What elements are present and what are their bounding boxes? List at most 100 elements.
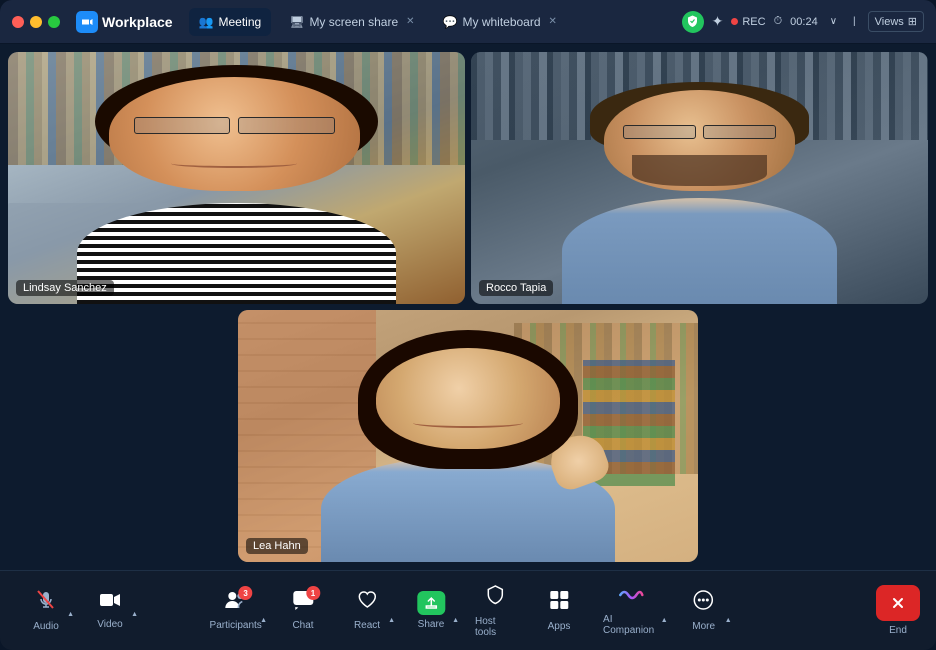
rocco-glasses <box>623 125 777 139</box>
apps-button[interactable]: Apps <box>529 578 589 644</box>
audio-label: Audio <box>33 621 59 632</box>
more-caret: ▲ <box>725 617 732 624</box>
more-label: More <box>692 621 715 632</box>
participants-label: Participants <box>210 620 262 631</box>
video-grid: Lindsay Sanchez <box>0 44 936 570</box>
participants-caret: ▲ <box>260 617 267 624</box>
react-icon <box>356 590 378 616</box>
top-video-row: Lindsay Sanchez <box>8 52 928 304</box>
close-screen-share-tab[interactable]: ✕ <box>406 16 414 27</box>
views-grid-icon: ⊞ <box>908 15 917 28</box>
ai-companion-button[interactable]: AI Companion ▲ <box>593 578 670 644</box>
rec-dot <box>731 18 738 25</box>
chat-button[interactable]: 1 Chat <box>273 578 333 644</box>
share-button[interactable]: Share ▲ <box>401 578 461 644</box>
window-controls <box>12 16 60 28</box>
lindsay-name: Lindsay Sanchez <box>23 282 107 294</box>
views-label: Views <box>875 16 904 28</box>
rec-label: REC <box>742 16 765 28</box>
video-tile-lindsay: Lindsay Sanchez <box>8 52 465 304</box>
rocco-body <box>562 198 836 304</box>
lea-scene <box>238 310 698 562</box>
close-whiteboard-tab[interactable]: ✕ <box>549 16 557 27</box>
more-button[interactable]: More ▲ <box>674 578 734 644</box>
lindsay-body <box>77 203 397 304</box>
audio-button[interactable]: Audio ▲ <box>16 583 76 638</box>
rocco-face <box>604 90 796 191</box>
views-button[interactable]: Views ⊞ <box>868 11 924 32</box>
bottom-video-row: Lea Hahn <box>8 310 928 562</box>
participants-badge: 3 <box>239 586 253 600</box>
ai-caret: ▲ <box>661 617 668 624</box>
toolbar-left: Audio ▲ Video ▲ <box>16 583 140 638</box>
video-button[interactable]: Video ▲ <box>80 583 140 638</box>
chat-icon: 1 <box>292 590 314 616</box>
lindsay-scene <box>8 52 465 304</box>
participants-button[interactable]: 3 Participants ▲ <box>202 578 269 644</box>
lindsay-face <box>109 77 360 190</box>
end-button-icon <box>876 585 920 621</box>
tab-whiteboard[interactable]: 💬 My whiteboard ✕ <box>433 8 567 36</box>
share-icon <box>417 591 445 615</box>
video-tile-rocco: Rocco Tapia <box>471 52 928 304</box>
lea-label: Lea Hahn <box>246 538 308 554</box>
react-caret: ▲ <box>388 617 395 624</box>
video-caret: ▲ <box>131 611 138 618</box>
host-tools-icon <box>484 584 506 612</box>
more-icon <box>693 589 715 617</box>
screen-share-tab-label: My screen share <box>309 15 398 29</box>
video-tile-lea: Lea Hahn <box>238 310 698 562</box>
rocco-name: Rocco Tapia <box>486 282 546 294</box>
share-label: Share <box>418 619 445 630</box>
audio-caret: ▲ <box>67 611 74 618</box>
timer-chevron[interactable]: ∨ <box>826 14 841 29</box>
react-label: React <box>354 620 380 631</box>
tab-meeting[interactable]: 👥 Meeting <box>189 8 272 36</box>
minimize-window-button[interactable] <box>30 16 42 28</box>
ai-companion-label: AI Companion <box>603 614 660 636</box>
whiteboard-tab-label: My whiteboard <box>462 15 540 29</box>
ai-companion-icon <box>618 585 644 610</box>
title-bar-right: ✦ REC ⏱ 00:24 ∨ | Views ⊞ <box>682 11 924 33</box>
app-title: Workplace <box>102 14 173 30</box>
meeting-tab-icon: 👥 <box>199 15 214 29</box>
separator-pipe: | <box>849 14 860 29</box>
rocco-scene <box>471 52 928 304</box>
react-button[interactable]: React ▲ <box>337 578 397 644</box>
video-label: Video <box>97 619 122 630</box>
toolbar-right: End <box>876 585 920 636</box>
lea-name: Lea Hahn <box>253 540 301 552</box>
screen-share-tab-icon: 🖥 <box>289 15 304 29</box>
title-bar: Workplace 👥 Meeting 🖥 My screen share ✕ … <box>0 0 936 44</box>
participants-icon: 3 <box>225 590 247 616</box>
toolbar-center: 3 Participants ▲ 1 Chat <box>202 578 733 644</box>
timer-display: ⏱ <box>774 15 783 28</box>
lea-face <box>376 348 560 449</box>
lindsay-label: Lindsay Sanchez <box>16 280 114 296</box>
recording-badge: REC <box>731 16 765 28</box>
rocco-label: Rocco Tapia <box>479 280 553 296</box>
maximize-window-button[interactable] <box>48 16 60 28</box>
app-window: Workplace 👥 Meeting 🖥 My screen share ✕ … <box>0 0 936 650</box>
lindsay-glasses <box>134 117 335 134</box>
share-caret: ▲ <box>452 617 459 624</box>
zoom-logo-icon <box>76 11 98 33</box>
apps-label: Apps <box>548 621 571 632</box>
chat-label: Chat <box>292 620 313 631</box>
meeting-tab-label: Meeting <box>219 15 262 29</box>
apps-icon <box>548 589 570 617</box>
host-tools-button[interactable]: Host tools <box>465 578 525 644</box>
close-window-button[interactable] <box>12 16 24 28</box>
end-label: End <box>889 625 907 636</box>
timer-value: 00:24 <box>790 16 818 28</box>
audio-icon <box>35 589 57 617</box>
toolbar: Audio ▲ Video ▲ <box>0 570 936 650</box>
end-button[interactable]: End <box>876 585 920 636</box>
chat-badge: 1 <box>306 586 320 600</box>
ai-spark-icon[interactable]: ✦ <box>712 13 724 30</box>
security-shield-icon[interactable] <box>682 11 704 33</box>
whiteboard-tab-icon: 💬 <box>443 15 458 29</box>
tab-screen-share[interactable]: 🖥 My screen share ✕ <box>279 8 424 36</box>
zoom-logo: Workplace <box>76 11 173 33</box>
host-tools-label: Host tools <box>475 616 515 638</box>
